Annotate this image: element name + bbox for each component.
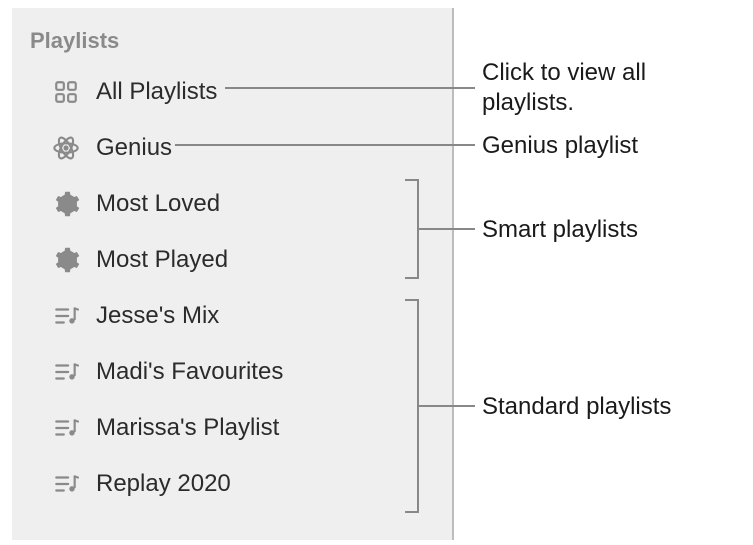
callout-standard: Standard playlists bbox=[482, 392, 671, 422]
callout-genius: Genius playlist bbox=[482, 131, 638, 161]
callout-all-playlists: Click to view all playlists. bbox=[482, 58, 732, 118]
callout-smart: Smart playlists bbox=[482, 215, 638, 245]
